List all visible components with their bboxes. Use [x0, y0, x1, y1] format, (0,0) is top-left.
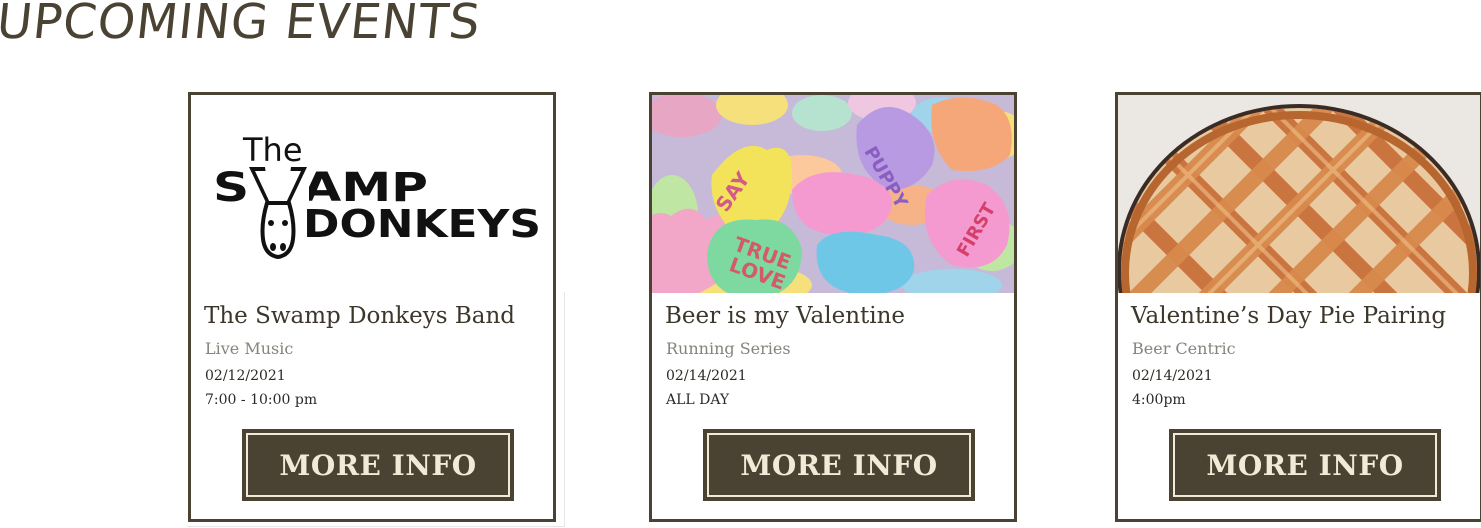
event-time: 7:00 - 10:00 pm [205, 392, 318, 408]
event-card[interactable]: The SWAMP DONKEYS The Swamp Donkeys Band… [188, 92, 556, 522]
event-date: 02/12/2021 [205, 368, 286, 384]
event-date: 02/14/2021 [666, 368, 747, 384]
section-title: UPCOMING EVENTS [0, 0, 484, 50]
lattice-pie-image[interactable] [1118, 95, 1480, 293]
event-category: Running Series [666, 339, 791, 358]
event-category: Beer Centric [1132, 339, 1236, 358]
swamp-donkeys-logo-icon: The SWAMP DONKEYS [191, 95, 553, 293]
event-card[interactable]: Valentine’s Day Pie Pairing Beer Centric… [1115, 92, 1481, 522]
more-info-button-label: MORE INFO [1173, 433, 1437, 497]
swamp-donkeys-logo-image[interactable]: The SWAMP DONKEYS [191, 95, 553, 293]
more-info-button[interactable]: MORE INFO [1169, 429, 1441, 501]
candy-hearts-image[interactable]: SAY PUPPY TRUE LOVE FIRST [652, 95, 1014, 293]
event-card[interactable]: SAY PUPPY TRUE LOVE FIRST Beer is my Val… [649, 92, 1017, 522]
event-time: ALL DAY [666, 392, 730, 408]
event-title[interactable]: The Swamp Donkeys Band [204, 303, 515, 329]
event-title[interactable]: Beer is my Valentine [665, 303, 905, 329]
candy-hearts-photo-icon: SAY PUPPY TRUE LOVE FIRST [652, 95, 1014, 293]
svg-text:The: The [242, 131, 303, 169]
event-time: 4:00pm [1132, 392, 1186, 408]
more-info-button-label: MORE INFO [707, 433, 971, 497]
event-date: 02/14/2021 [1132, 368, 1213, 384]
more-info-button[interactable]: MORE INFO [703, 429, 975, 501]
more-info-button[interactable]: MORE INFO [242, 429, 514, 501]
event-category: Live Music [205, 339, 294, 358]
lattice-pie-photo-icon [1118, 95, 1480, 293]
svg-text:DONKEYS: DONKEYS [303, 202, 541, 246]
event-title[interactable]: Valentine’s Day Pie Pairing [1131, 303, 1446, 329]
more-info-button-label: MORE INFO [246, 433, 510, 497]
